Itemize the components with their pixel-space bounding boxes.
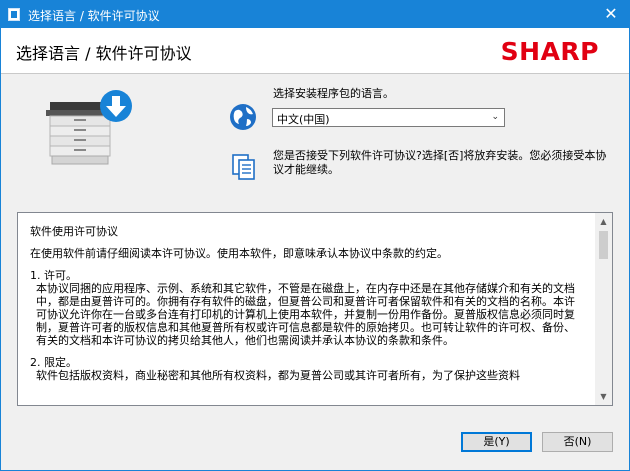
section2-heading: 2. 限定。 [30, 356, 77, 369]
license-prompt: 您是否接受下列软件许可协议?选择[否]将放弃安装。您必须接受本协议才能继续。 [273, 149, 607, 176]
title-bar: 选择语言 / 软件许可协议 ✕ [1, 1, 629, 28]
license-intro: 在使用软件前请仔细阅读本许可协议。使用本软件，即意味承认本协议中条款的约定。 [30, 247, 448, 260]
scroll-down-icon[interactable]: ▼ [595, 388, 612, 405]
license-textbox[interactable]: 软件使用许可协议 在使用软件前请仔细阅读本许可协议。使用本软件，即意味承认本协议… [17, 212, 613, 406]
language-select[interactable]: 中文(中国) ⌄ [272, 108, 505, 127]
printer-download-icon [46, 90, 132, 165]
document-icon [232, 154, 255, 180]
section1-heading: 1. 许可。 [30, 269, 77, 282]
section1-body: 本协议同捆的应用程序、示例、系统和其它软件，不管是在磁盘上，在内存中还是在其他存… [36, 282, 575, 347]
license-content: 软件使用许可协议 在使用软件前请仔细阅读本许可协议。使用本软件，即意味承认本协议… [18, 213, 595, 405]
close-icon[interactable]: ✕ [601, 4, 621, 24]
license-title: 软件使用许可协议 [30, 225, 118, 238]
scroll-up-icon[interactable]: ▲ [595, 213, 612, 230]
no-button[interactable]: 否(N) [542, 432, 613, 452]
language-select-value: 中文(中国) [277, 113, 330, 126]
header-banner: 选择语言 / 软件许可协议 SHARP [1, 28, 629, 74]
window-title: 选择语言 / 软件许可协议 [28, 9, 160, 23]
page-title: 选择语言 / 软件许可协议 [16, 44, 192, 63]
vertical-scrollbar[interactable]: ▲ ▼ [595, 213, 612, 405]
scroll-thumb[interactable] [599, 231, 608, 259]
language-label: 选择安装程序包的语言。 [273, 87, 394, 100]
globe-icon [230, 104, 256, 130]
chevron-down-icon: ⌄ [491, 112, 499, 122]
app-icon [8, 8, 20, 21]
section2-body: 软件包括版权资料，商业秘密和其他所有权资料，都为夏普公司或其许可者所有，为了保护… [36, 369, 520, 382]
yes-button[interactable]: 是(Y) [461, 432, 532, 452]
installer-window: 选择语言 / 软件许可协议 ✕ 选择语言 / 软件许可协议 SHARP 选择安装… [0, 0, 630, 471]
sharp-logo: SHARP [500, 37, 599, 66]
